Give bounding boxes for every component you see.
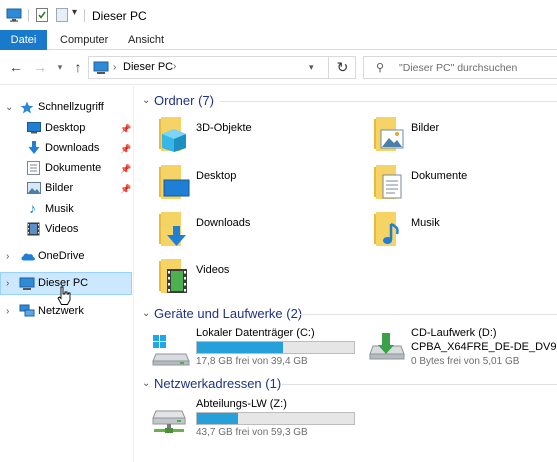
drive-d-free-space: 0 Bytes frei von 5,01 GB xyxy=(411,356,520,367)
computer-icon xyxy=(6,8,22,25)
collapse-chevron-icon[interactable]: ⌄ xyxy=(142,308,150,319)
search-icon: ⚲ xyxy=(376,62,385,74)
drive-z-free-space: 43,7 GB frei von 59,3 GB xyxy=(196,427,308,438)
folder-label-3d-objects[interactable]: 3D-Objekte xyxy=(196,122,252,134)
collapse-chevron-icon[interactable]: ⌄ xyxy=(5,102,13,113)
group-header-drives[interactable]: Geräte und Laufwerke (2) xyxy=(154,306,302,321)
downloads-folder-icon[interactable] xyxy=(156,210,192,251)
group-divider xyxy=(300,314,557,315)
recent-locations-icon[interactable]: ▾ xyxy=(52,59,68,75)
music-icon: ♪ xyxy=(29,200,36,216)
sidebar-item-music[interactable]: Musik xyxy=(45,199,74,219)
drive-z-usage-fill xyxy=(197,413,238,424)
expand-chevron-icon[interactable]: › xyxy=(6,278,9,289)
group-header-folders[interactable]: Ordner (7) xyxy=(154,93,214,108)
3d-objects-folder-icon[interactable] xyxy=(156,115,192,156)
forward-arrow-icon[interactable]: → xyxy=(32,59,48,75)
music-folder-icon[interactable] xyxy=(371,210,407,251)
desktop-icon xyxy=(27,122,41,137)
search-placeholder: "Dieser PC" durchsuchen xyxy=(399,62,518,74)
cd-drive-icon[interactable] xyxy=(369,330,405,365)
group-divider xyxy=(282,384,557,385)
back-arrow-icon[interactable]: ← xyxy=(8,59,24,75)
documents-icon xyxy=(27,161,40,178)
star-icon xyxy=(20,101,34,117)
sidebar-item-desktop[interactable]: Desktop xyxy=(45,118,85,138)
title-bar: ▾ Dieser PC xyxy=(0,0,557,30)
folder-label-videos[interactable]: Videos xyxy=(196,264,229,276)
local-disk-icon[interactable] xyxy=(152,334,190,369)
drive-z-usage-bar xyxy=(196,412,355,425)
navigation-bar: ← → ▾ ↑ › Dieser PC › ▾ ↻ ⚲ "Dieser PC" … xyxy=(0,51,557,85)
refresh-icon: ↻ xyxy=(336,59,349,75)
sidebar-item-videos[interactable]: Videos xyxy=(45,219,78,239)
sidebar-item-network[interactable]: Netzwerk xyxy=(38,301,84,321)
pictures-icon xyxy=(27,182,41,197)
group-divider xyxy=(220,101,557,102)
folder-label-music[interactable]: Musik xyxy=(411,217,440,229)
folder-label-desktop[interactable]: Desktop xyxy=(196,170,236,182)
pin-icon[interactable]: 📌 xyxy=(120,184,131,195)
window-title: Dieser PC xyxy=(92,9,147,23)
pane-divider[interactable] xyxy=(133,86,134,462)
drive-c-usage-fill xyxy=(197,342,284,353)
separator xyxy=(84,9,85,22)
properties-icon[interactable] xyxy=(36,8,48,25)
network-icon xyxy=(19,304,35,321)
drive-name-c[interactable]: Lokaler Datenträger (C:) xyxy=(196,327,315,339)
computer-icon xyxy=(19,277,35,294)
sidebar-item-quick-access[interactable]: Schnellzugriff xyxy=(38,97,104,117)
pictures-folder-icon[interactable] xyxy=(371,115,407,156)
up-arrow-icon[interactable]: ↑ xyxy=(70,59,86,75)
videos-folder-icon[interactable] xyxy=(156,257,192,298)
pin-icon[interactable]: 📌 xyxy=(120,164,131,175)
address-dropdown-icon[interactable]: ▾ xyxy=(309,62,314,73)
expand-chevron-icon[interactable]: › xyxy=(6,251,9,262)
sidebar-item-downloads[interactable]: Downloads xyxy=(45,138,99,158)
desktop-folder-icon[interactable] xyxy=(156,163,192,204)
videos-icon xyxy=(27,222,40,239)
sidebar-item-documents[interactable]: Dokumente xyxy=(45,158,101,178)
drive-name-z[interactable]: Abteilungs-LW (Z:) xyxy=(196,398,287,410)
documents-folder-icon[interactable] xyxy=(371,163,407,204)
drive-name-d[interactable]: CD-Laufwerk (D:) xyxy=(411,327,497,339)
separator xyxy=(28,9,29,22)
folder-label-pictures[interactable]: Bilder xyxy=(411,122,439,134)
address-bar[interactable]: › Dieser PC › ▾ xyxy=(88,56,356,79)
customize-qat-icon[interactable]: ▾ xyxy=(72,7,77,18)
tab-computer[interactable]: Computer xyxy=(60,30,108,50)
breadcrumb-chevron-icon[interactable]: › xyxy=(173,61,176,72)
pin-icon[interactable]: 📌 xyxy=(120,124,131,135)
search-input[interactable]: ⚲ "Dieser PC" durchsuchen xyxy=(363,56,557,79)
ribbon-tabs: Datei Computer Ansicht xyxy=(0,30,557,50)
sidebar-item-onedrive[interactable]: OneDrive xyxy=(38,246,84,266)
refresh-button[interactable]: ↻ xyxy=(328,56,356,79)
collapse-chevron-icon[interactable]: ⌄ xyxy=(142,95,150,106)
folder-label-downloads[interactable]: Downloads xyxy=(196,217,250,229)
new-folder-icon[interactable] xyxy=(56,8,68,25)
expand-chevron-icon[interactable]: › xyxy=(6,306,9,317)
network-drive-icon[interactable] xyxy=(150,405,188,440)
tab-view[interactable]: Ansicht xyxy=(128,30,164,50)
sidebar-item-pictures[interactable]: Bilder xyxy=(45,178,73,198)
group-header-network[interactable]: Netzwerkadressen (1) xyxy=(154,376,281,391)
tab-file[interactable]: Datei xyxy=(0,30,47,50)
onedrive-icon xyxy=(20,251,36,264)
downloads-icon xyxy=(27,141,41,158)
drive-c-free-space: 17,8 GB frei von 39,4 GB xyxy=(196,356,308,367)
breadcrumb-location[interactable]: Dieser PC xyxy=(123,61,173,73)
collapse-chevron-icon[interactable]: ⌄ xyxy=(142,378,150,389)
drive-c-usage-bar xyxy=(196,341,355,354)
breadcrumb-chevron-icon[interactable]: › xyxy=(113,62,116,73)
drive-d-volume-label: CPBA_X64FRE_DE-DE_DV9 xyxy=(411,341,557,353)
folder-label-documents[interactable]: Dokumente xyxy=(411,170,467,182)
computer-icon xyxy=(93,61,109,78)
pin-icon[interactable]: 📌 xyxy=(120,144,131,155)
